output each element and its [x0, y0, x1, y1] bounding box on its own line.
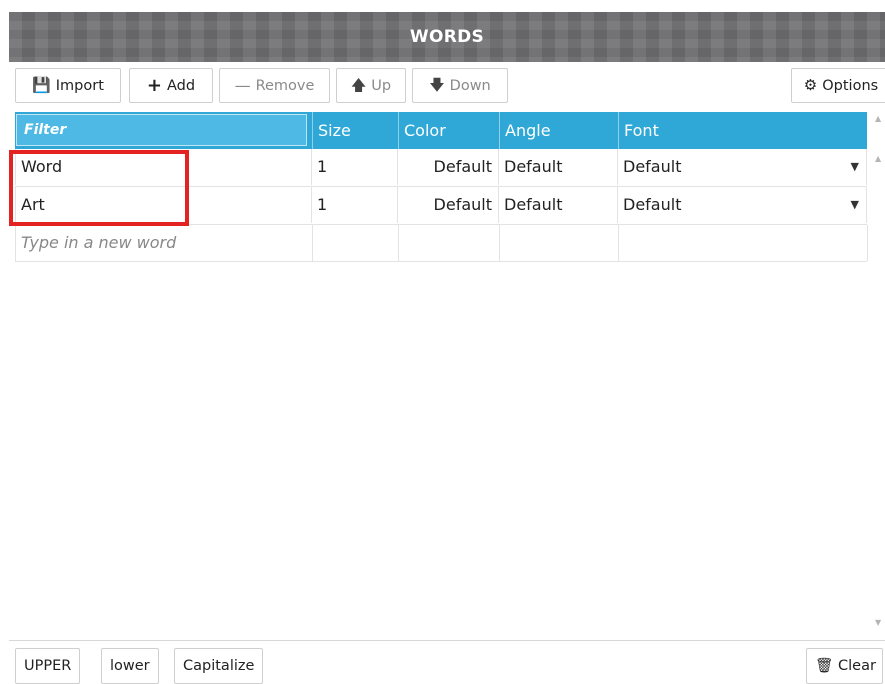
- toolbar: 💾 Import + Add — Remove 🡅 Up 🡇 Down ⚙ Op…: [15, 68, 885, 106]
- size-cell[interactable]: 1: [312, 187, 398, 223]
- font-cell[interactable]: Default ▼: [618, 149, 867, 185]
- column-size[interactable]: Size: [312, 112, 398, 149]
- scrollbar[interactable]: ▲ ▲ ▼: [873, 112, 885, 632]
- new-size-cell[interactable]: [313, 225, 399, 261]
- scroll-up-icon[interactable]: ▲: [875, 114, 881, 123]
- add-label: Add: [167, 77, 196, 94]
- clear-label: Clear: [838, 658, 876, 674]
- scroll-up-icon[interactable]: ▲: [875, 154, 881, 163]
- minus-icon: —: [234, 75, 251, 95]
- options-label: Options: [822, 77, 879, 94]
- words-panel: WORDS 💾 Import + Add — Remove 🡅 Up 🡇 Dow…: [9, 12, 885, 682]
- new-font-cell[interactable]: [619, 225, 868, 261]
- add-button[interactable]: + Add: [129, 68, 213, 103]
- down-label: Down: [449, 77, 491, 94]
- gear-icon: ⚙: [803, 76, 818, 94]
- down-button[interactable]: 🡇 Down: [412, 68, 508, 103]
- trash-icon: 🗑: [815, 658, 834, 674]
- color-cell[interactable]: Default: [398, 149, 499, 185]
- upper-button[interactable]: UPPER: [15, 648, 81, 684]
- up-label: Up: [371, 77, 392, 94]
- column-font[interactable]: Font: [618, 112, 867, 149]
- import-label: Import: [55, 77, 104, 94]
- up-button[interactable]: 🡅 Up: [336, 68, 406, 103]
- divider: [9, 640, 885, 641]
- font-cell[interactable]: Default ▼: [618, 187, 867, 223]
- import-icon: 💾: [32, 76, 51, 94]
- font-value: Default: [623, 157, 682, 176]
- angle-cell[interactable]: Default: [499, 149, 618, 185]
- plus-icon: +: [146, 74, 162, 96]
- column-angle[interactable]: Angle: [499, 112, 618, 149]
- column-color[interactable]: Color: [398, 112, 499, 149]
- options-button[interactable]: ⚙ Options: [791, 68, 885, 103]
- angle-cell[interactable]: Default: [499, 187, 618, 223]
- arrow-up-icon: 🡅: [350, 76, 367, 94]
- caret-down-icon[interactable]: ▼: [851, 149, 859, 185]
- case-toolbar: UPPER lower Capitalize 🗑 Clear: [15, 648, 885, 684]
- caret-down-icon[interactable]: ▼: [851, 187, 859, 223]
- clear-button[interactable]: 🗑 Clear: [806, 648, 883, 684]
- new-word-row[interactable]: Type in a new word: [15, 225, 868, 262]
- new-angle-cell[interactable]: [500, 225, 619, 261]
- size-cell[interactable]: 1: [312, 149, 398, 185]
- highlight-box: [9, 150, 189, 226]
- filter-input[interactable]: Filter: [16, 114, 307, 146]
- new-color-cell[interactable]: [399, 225, 500, 261]
- remove-label: Remove: [255, 77, 315, 94]
- import-button[interactable]: 💾 Import: [15, 68, 121, 103]
- color-cell[interactable]: Default: [398, 187, 499, 223]
- capitalize-button[interactable]: Capitalize: [174, 648, 264, 684]
- new-word-input[interactable]: Type in a new word: [16, 225, 313, 261]
- scroll-down-icon[interactable]: ▼: [875, 618, 881, 627]
- font-value: Default: [623, 195, 682, 214]
- arrow-down-icon: 🡇: [429, 76, 445, 94]
- remove-button[interactable]: — Remove: [219, 68, 330, 103]
- lower-button[interactable]: lower: [101, 648, 159, 684]
- table-header: Filter Size Color Angle Font: [15, 112, 867, 149]
- panel-title: WORDS: [9, 12, 885, 62]
